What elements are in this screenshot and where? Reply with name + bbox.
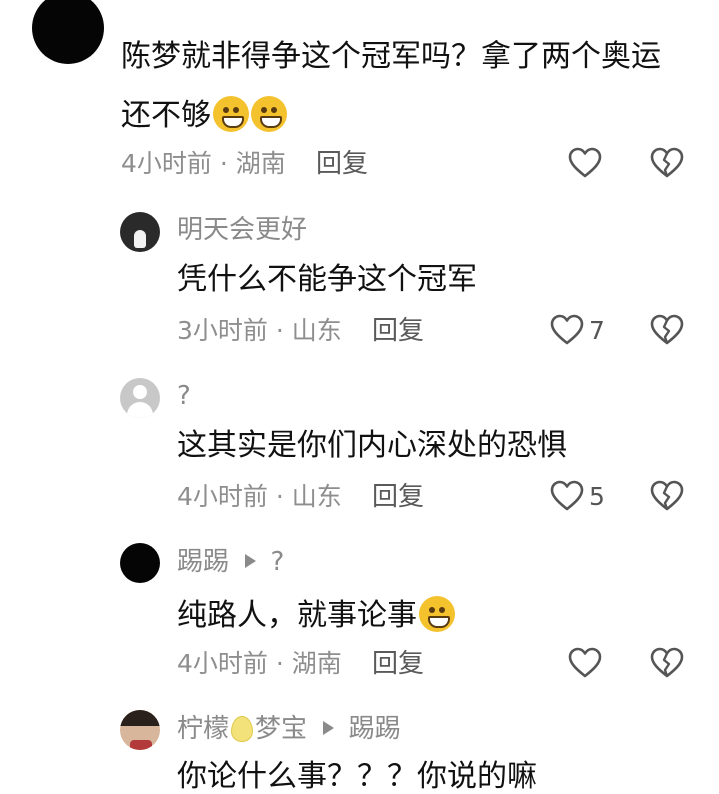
broken-heart-icon[interactable]	[650, 147, 684, 179]
heart-outline-icon[interactable]	[550, 314, 584, 346]
commenter-name[interactable]: 明天会更好	[177, 217, 307, 243]
heart-outline-icon[interactable]	[568, 647, 602, 679]
comment-meta: 4小时前 · 山东	[177, 482, 342, 511]
smiling-sweat-emoji	[419, 596, 455, 632]
play-triangle-icon	[245, 554, 257, 568]
comment-text: 陈梦就非得争这个冠军吗？拿了两个奥运	[121, 39, 661, 74]
comment-text-row: 纯路人，就事论事	[177, 596, 455, 632]
avatar[interactable]	[120, 378, 160, 418]
commenter-name[interactable]: 踢踢	[177, 547, 229, 577]
broken-heart-icon[interactable]	[650, 480, 684, 512]
comment-text: 纯路人，就事论事	[177, 598, 417, 633]
comment-text-cont: 还不够	[121, 98, 211, 133]
broken-heart-icon[interactable]	[650, 314, 684, 346]
broken-heart-icon[interactable]	[650, 647, 684, 679]
heart-outline-icon[interactable]	[550, 480, 584, 512]
commenter-name-suffix[interactable]: 梦宝	[255, 714, 307, 744]
grinning-sweat-emoji	[213, 96, 249, 132]
lemon-icon	[231, 716, 254, 742]
reply-to-name[interactable]: ?	[271, 547, 285, 577]
avatar[interactable]	[32, 0, 104, 64]
grinning-sweat-emoji	[251, 96, 287, 132]
reply-to-name[interactable]: 踢踢	[349, 714, 401, 744]
comment-meta: 4小时前 · 湖南	[121, 149, 286, 178]
avatar[interactable]	[120, 543, 160, 583]
comment-text: 你论什么事？？？你说的嘛	[177, 759, 537, 794]
commenter-name-row: 柠檬 梦宝 踢踢	[177, 716, 401, 742]
comment-text: 这其实是你们内心深处的恐惧	[177, 428, 567, 463]
like-count: 7	[589, 316, 605, 345]
like-count: 5	[589, 482, 605, 511]
reply-button[interactable]: 回复	[372, 318, 424, 344]
comment-text-line2: 还不够	[121, 96, 287, 132]
reply-button[interactable]: 回复	[372, 651, 424, 677]
avatar[interactable]	[120, 212, 160, 252]
comment-meta: 3小时前 · 山东	[177, 316, 342, 345]
commenter-name[interactable]: 柠檬	[177, 714, 229, 744]
avatar[interactable]	[120, 710, 160, 750]
comment-text: 凭什么不能争这个冠军	[177, 262, 477, 297]
commenter-name-row: 踢踢 ?	[177, 549, 284, 575]
reply-button[interactable]: 回复	[372, 484, 424, 510]
commenter-name[interactable]: ?	[177, 383, 191, 409]
heart-outline-icon[interactable]	[568, 147, 602, 179]
comment-meta: 4小时前 · 湖南	[177, 649, 342, 678]
play-triangle-icon	[323, 721, 335, 735]
reply-button[interactable]: 回复	[316, 151, 368, 177]
